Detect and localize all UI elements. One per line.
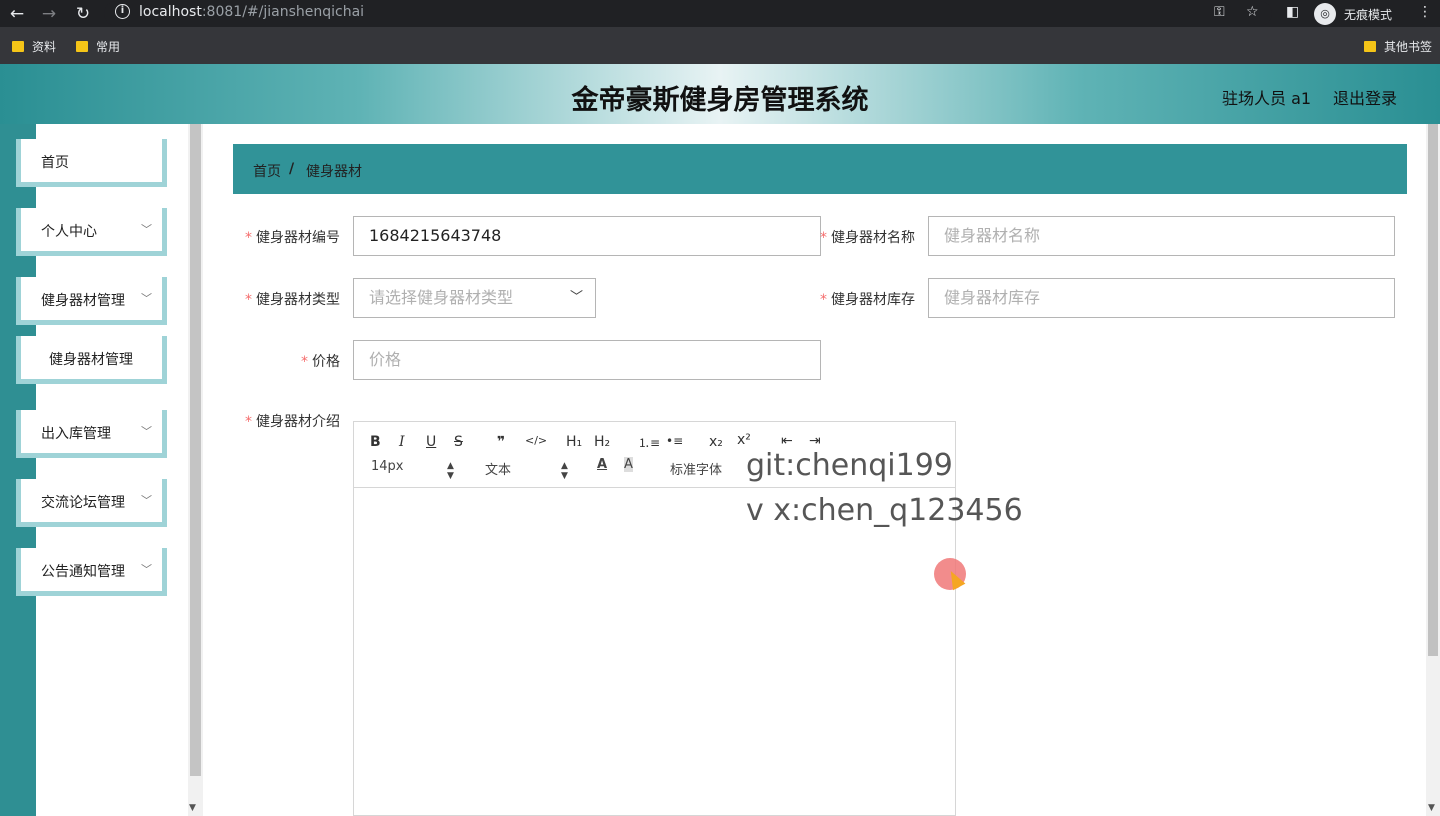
font-family-select[interactable]: 标准字体: [670, 459, 722, 478]
url-text[interactable]: localhost:8081/#/jianshenqichai: [139, 4, 364, 20]
watermark-text: git:chenqi199: [746, 448, 953, 483]
bookmarks-bar: [0, 27, 1440, 64]
background-color-icon[interactable]: A: [624, 457, 633, 472]
site-info-icon[interactable]: i: [115, 4, 130, 19]
price-label: * 价格: [301, 354, 340, 370]
price-input[interactable]: 价格: [353, 340, 821, 380]
code-label: * 健身器材编号: [245, 230, 340, 246]
breadcrumb-separator: /: [289, 161, 295, 177]
superscript-button[interactable]: x²: [737, 432, 751, 448]
name-input[interactable]: 健身器材名称: [928, 216, 1395, 256]
incognito-icon[interactable]: ◎: [1314, 3, 1336, 25]
current-user: 驻场人员 a1: [1222, 89, 1312, 108]
sidebar-item-label: 健身器材管理: [49, 352, 133, 368]
outdent-button[interactable]: ⇤: [781, 433, 793, 449]
folder-icon: [1364, 41, 1376, 52]
star-icon[interactable]: ☆: [1246, 4, 1259, 20]
breadcrumb-home[interactable]: 首页: [253, 161, 281, 181]
breadcrumb-current: 健身器材: [306, 164, 362, 180]
code-button[interactable]: </>: [525, 434, 547, 447]
sidebar-item-label: 交流论坛管理: [41, 495, 125, 511]
stock-input[interactable]: 健身器材库存: [928, 278, 1395, 318]
font-color-icon[interactable]: A: [597, 457, 607, 472]
forward-icon[interactable]: →: [38, 3, 60, 25]
indent-button[interactable]: ⇥: [809, 433, 821, 449]
stock-label: * 健身器材库存: [820, 292, 915, 308]
sidebar-item-label: 首页: [41, 155, 69, 171]
chevron-down-icon: ﹀: [141, 494, 152, 507]
watermark-text: v x:chen_q123456: [746, 493, 1023, 528]
scroll-down-icon[interactable]: ▼: [1428, 803, 1435, 813]
breadcrumb: [233, 144, 1407, 194]
h1-button[interactable]: H₁: [566, 434, 582, 450]
sidebar-item-label: 个人中心: [41, 224, 97, 240]
updown-icon: ▲ ▼: [447, 461, 454, 481]
intro-label: * 健身器材介绍: [245, 414, 340, 430]
scroll-down-icon[interactable]: ▼: [189, 803, 196, 813]
type-label: * 健身器材类型: [245, 292, 340, 308]
folder-icon: [12, 41, 24, 52]
name-label: * 健身器材名称: [820, 230, 915, 246]
updown-icon: ▲ ▼: [561, 461, 568, 481]
sidebar-item-profile[interactable]: 个人中心 ﹀: [16, 208, 167, 256]
key-icon[interactable]: ⚿: [1214, 4, 1225, 20]
folder-icon: [76, 41, 88, 52]
chevron-down-icon: ﹀: [141, 292, 152, 305]
font-size-select[interactable]: 14px: [371, 459, 404, 474]
sidebar-item-label: 出入库管理: [41, 426, 111, 442]
incognito-label: 无痕模式: [1344, 8, 1393, 22]
chevron-down-icon: ﹀: [569, 290, 583, 305]
menu-icon[interactable]: ⋮: [1418, 4, 1432, 20]
ordered-list-button[interactable]: ⒈≡: [638, 434, 660, 451]
bookmark-folder[interactable]: 常用: [76, 38, 120, 55]
bookmark-folder[interactable]: 资料: [12, 38, 56, 55]
subscript-button[interactable]: x₂: [709, 434, 723, 450]
sidebar-scroll-thumb[interactable]: [190, 124, 201, 776]
back-icon[interactable]: ←: [6, 3, 28, 25]
chevron-down-icon: ﹀: [141, 563, 152, 576]
sidebar-subitem-equipment[interactable]: 健身器材管理: [16, 336, 167, 384]
type-select[interactable]: 请选择健身器材类型 ﹀: [353, 278, 596, 318]
logout-button[interactable]: 退出登录: [1333, 85, 1397, 109]
bullet-list-button[interactable]: •≡: [666, 434, 683, 448]
page-scroll-thumb[interactable]: [1428, 124, 1438, 656]
sidebar-item-forum[interactable]: 交流论坛管理 ﹀: [16, 479, 167, 527]
sidebar-item-home[interactable]: 首页: [16, 139, 167, 187]
quote-button[interactable]: ❞: [497, 434, 505, 450]
code-input[interactable]: 1684215643748: [353, 216, 821, 256]
chevron-down-icon: ﹀: [141, 223, 152, 236]
sidebar-item-equipment[interactable]: 健身器材管理 ﹀: [16, 277, 167, 325]
strike-button[interactable]: S: [454, 434, 463, 450]
sidebar-item-label: 公告通知管理: [41, 564, 125, 580]
italic-button[interactable]: I: [399, 434, 405, 450]
reload-icon[interactable]: ↻: [72, 3, 94, 25]
bold-button[interactable]: B: [370, 434, 381, 450]
chevron-down-icon: ﹀: [141, 425, 152, 438]
sidebar-item-notice[interactable]: 公告通知管理 ﹀: [16, 548, 167, 596]
header-select[interactable]: 文本: [485, 459, 511, 478]
sidebar-item-label: 健身器材管理: [41, 293, 125, 309]
other-bookmarks[interactable]: 其他书签: [1364, 38, 1432, 55]
underline-button[interactable]: U: [426, 434, 436, 450]
h2-button[interactable]: H₂: [594, 434, 610, 450]
sidepanel-icon[interactable]: ◧: [1286, 4, 1299, 20]
sidebar-item-inout[interactable]: 出入库管理 ﹀: [16, 410, 167, 458]
